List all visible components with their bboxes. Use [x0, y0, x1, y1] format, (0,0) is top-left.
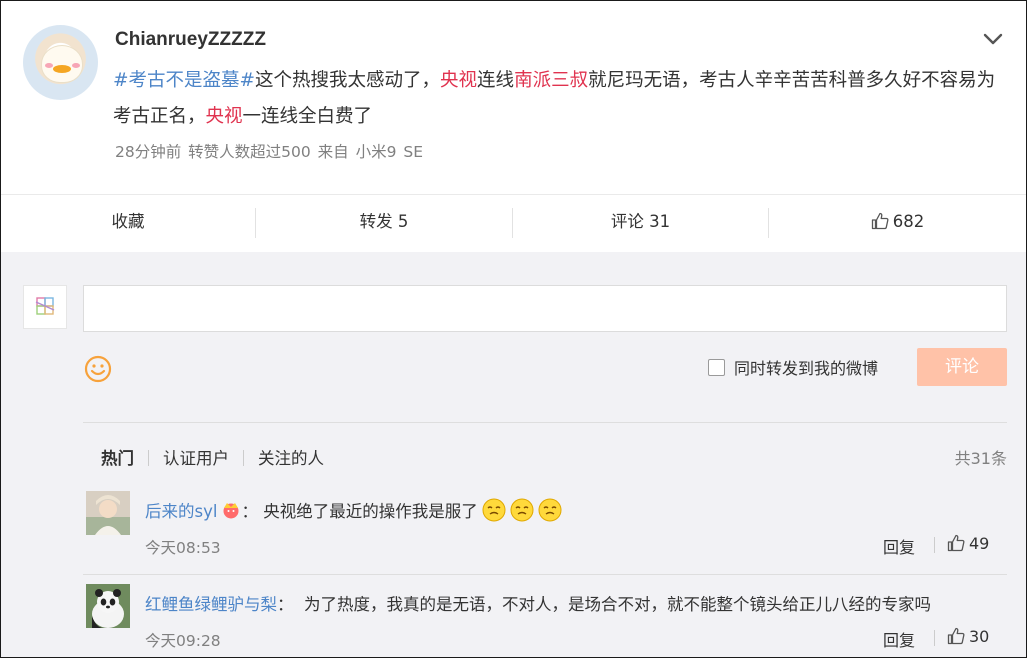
commenter-name[interactable]: 后来的syl [145, 502, 217, 521]
post-text: #考古不是盗墓#这个热搜我太感动了，央视连线南派三叔就尼玛无语，考古人辛辛苦苦科… [113, 63, 1003, 135]
repost-button[interactable]: 转发 5 [256, 195, 512, 252]
weibo-post-frame: ChianrueyZZZZZ #考古不是盗墓#这个热搜我太感动了，央视连线南派三… [0, 0, 1027, 658]
commenter-avatar[interactable] [86, 584, 130, 628]
hashtag-link[interactable]: #考古不是盗墓# [113, 70, 255, 91]
comment-item: 后来的syl ： 央视绝了最近的操作我是服了 今天08:53 回复 49 [83, 491, 1007, 561]
author-avatar[interactable] [23, 25, 98, 100]
commenter-avatar[interactable] [86, 491, 130, 535]
tab-verified-users[interactable]: 认证用户 [163, 445, 229, 469]
smirk-emoji-icon [510, 498, 534, 522]
comment-like-button[interactable]: 30 [947, 627, 989, 646]
thumbs-up-icon [947, 534, 965, 552]
reply-button[interactable]: 回复 [883, 534, 915, 558]
comment-item: 红鲤鱼绿鲤驴与梨： 为了热度，我真的是无语，不对人，是场合不对，就不能整个镜头给… [83, 584, 1007, 654]
repost-checkbox[interactable] [708, 359, 725, 376]
post-text-segment: 这个热搜我太感动了， [255, 70, 441, 91]
comment-like-count: 30 [969, 627, 990, 646]
post-meta: 28分钟前 转赞人数超过500 来自 小米9 SE [115, 143, 424, 161]
comment-body: 后来的syl ： 央视绝了最近的操作我是服了 [145, 498, 562, 522]
smirk-emoji-icon [482, 498, 506, 522]
author-username[interactable]: ChianrueyZZZZZ [115, 29, 266, 51]
comment-input[interactable] [83, 285, 1007, 332]
action-bar: 收藏 转发 5 评论 31 682 [1, 194, 1026, 252]
like-count: 682 [892, 212, 925, 231]
comment-button[interactable]: 评论 31 [513, 195, 768, 252]
comment-action-divider [934, 537, 935, 553]
comment-text: 为了热度，我真的是无语，不对人，是场合不对，就不能整个镜头给正儿八经的专家吗 [304, 595, 931, 614]
comment-filter-tabs: 热门 认证用户 关注的人 [101, 445, 324, 469]
comment-divider [83, 574, 1007, 575]
reply-button[interactable]: 回复 [883, 627, 915, 651]
submit-comment-button[interactable]: 评论 [917, 348, 1007, 386]
repost-checkbox-label[interactable]: 同时转发到我的微博 [734, 355, 878, 379]
post-text-segment: 一连线全白费了 [242, 106, 373, 127]
chevron-down-icon[interactable] [983, 31, 1003, 47]
section-divider [83, 422, 1007, 423]
tab-hot[interactable]: 热门 [101, 445, 134, 469]
tab-following[interactable]: 关注的人 [258, 445, 324, 469]
favorite-button[interactable]: 收藏 [1, 195, 255, 252]
crown-icon [223, 503, 239, 519]
comment-like-count: 49 [969, 534, 990, 553]
comment-separator: ： [241, 502, 258, 521]
thumbs-up-icon [871, 212, 889, 230]
thumbs-up-icon [947, 627, 965, 645]
commenter-name[interactable]: 红鲤鱼绿鲤驴与梨 [145, 595, 277, 614]
comment-time: 今天09:28 [145, 632, 221, 650]
comment-text: 央视绝了最近的操作我是服了 [263, 502, 478, 521]
smirk-emoji-icon [538, 498, 562, 522]
post-text-segment: 连线 [477, 70, 515, 91]
keyword-highlight: 南派三叔 [514, 70, 589, 91]
comment-separator: ： [277, 595, 294, 614]
comment-like-button[interactable]: 49 [947, 534, 989, 553]
post-card: ChianrueyZZZZZ #考古不是盗墓#这个热搜我太感动了，央视连线南派三… [1, 1, 1026, 194]
comment-action-divider [934, 630, 935, 646]
smiley-icon[interactable] [84, 355, 112, 383]
comment-total: 共31条 [954, 449, 1007, 468]
keyword-highlight: 央视 [440, 70, 478, 91]
like-button[interactable]: 682 [769, 195, 1026, 252]
comment-body: 红鲤鱼绿鲤驴与梨： 为了热度，我真的是无语，不对人，是场合不对，就不能整个镜头给… [145, 591, 931, 615]
comment-time: 今天08:53 [145, 539, 221, 557]
current-user-avatar [23, 285, 67, 329]
default-avatar-icon [35, 297, 55, 315]
keyword-highlight: 央视 [205, 106, 243, 127]
comments-section: 同时转发到我的微博 评论 热门 认证用户 关注的人 共31条 后来的syl ： … [1, 252, 1026, 657]
